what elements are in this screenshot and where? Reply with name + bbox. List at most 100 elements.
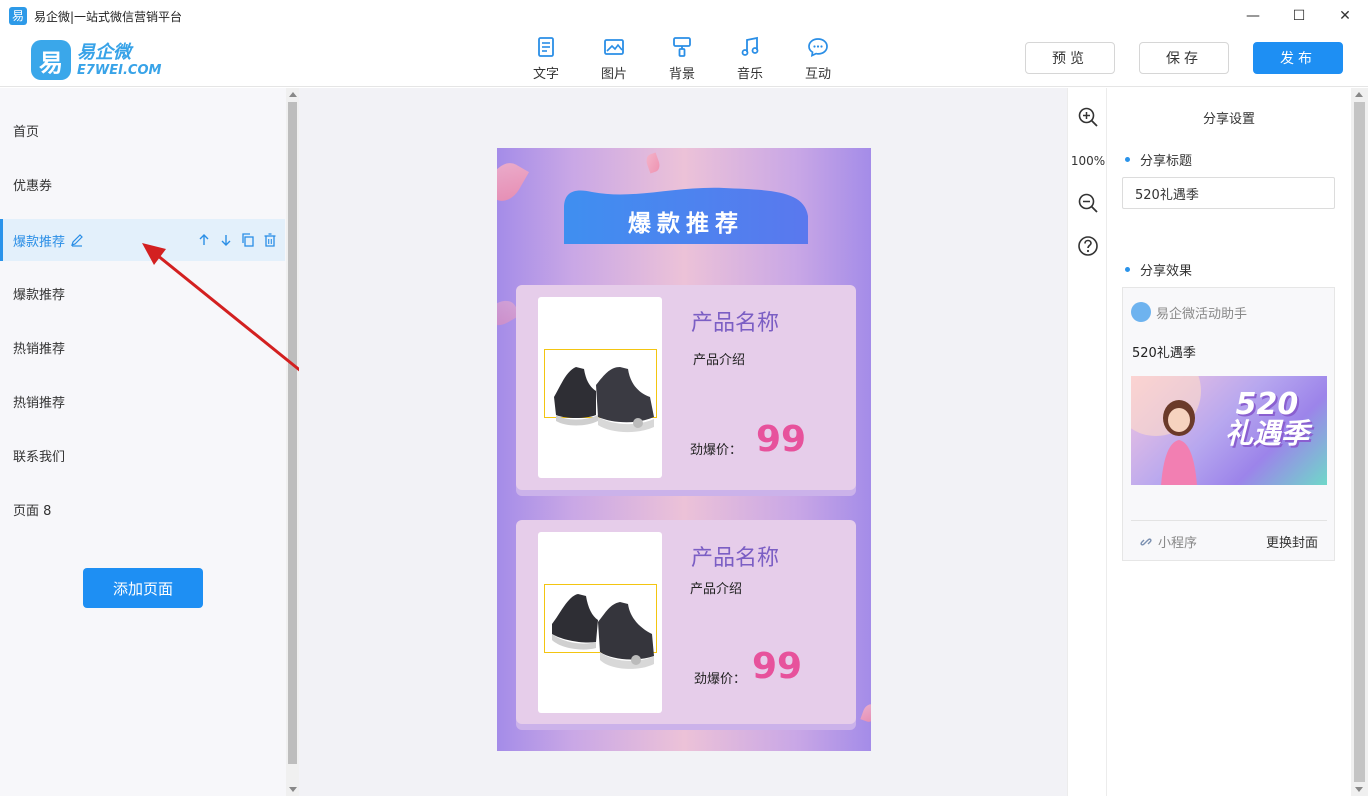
product-price[interactable]: 99 <box>752 646 802 687</box>
edit-icon[interactable] <box>70 233 84 247</box>
maximize-button[interactable]: ☐ <box>1276 0 1322 32</box>
tool-text-label: 文字 <box>532 67 559 82</box>
price-label[interactable]: 劲爆价： <box>694 668 746 687</box>
background-icon <box>673 37 691 57</box>
petal-decoration <box>497 157 529 207</box>
page-item[interactable]: 联系我们 <box>0 434 285 476</box>
cover-text: 520 礼遇季 <box>1225 390 1309 448</box>
mini-program-tag: 小程序 <box>1139 532 1197 551</box>
page-item-label: 爆款推荐 <box>13 234 66 250</box>
zoom-level: 100% <box>1070 154 1106 168</box>
tool-image[interactable]: 图片 <box>580 36 648 82</box>
help-icon[interactable] <box>1077 235 1099 257</box>
product-intro[interactable]: 产品介绍 <box>693 349 745 368</box>
cover-image: 520 礼遇季 <box>1131 376 1327 485</box>
petal-decoration <box>860 702 871 724</box>
page-item-label: 热销推荐 <box>13 341 66 357</box>
tool-music[interactable]: 音乐 <box>716 36 784 82</box>
change-cover-button[interactable]: 更换封面 <box>1266 532 1318 551</box>
zoom-out-icon[interactable] <box>1077 192 1099 214</box>
app-header: 易 易企微 E7WEI.COM 文字 图片 背景 音乐 互动 预览 保存 发布 <box>0 32 1368 87</box>
product-image[interactable] <box>538 532 662 713</box>
page-item-label: 爆款推荐 <box>13 287 66 303</box>
page-item[interactable]: 页面 8 <box>0 488 285 530</box>
page-item-label: 热销推荐 <box>13 395 66 411</box>
logo-text: 易企微 E7WEI.COM <box>77 41 162 78</box>
phone-page-preview[interactable]: 爆款推荐 产品名称 产品介绍 劲爆价： 99 产品名称 产品介绍 劲爆价： 99 <box>497 148 871 751</box>
zoom-in-icon[interactable] <box>1077 106 1099 128</box>
product-intro[interactable]: 产品介绍 <box>690 578 742 597</box>
petal-decoration <box>644 152 662 174</box>
product-name[interactable]: 产品名称 <box>691 305 779 337</box>
preview-title: 520礼遇季 <box>1132 346 1196 361</box>
share-title-label-text: 分享标题 <box>1140 154 1193 169</box>
share-effect-label: 分享效果 <box>1125 260 1192 279</box>
app-icon: 易 <box>9 7 27 25</box>
product-image[interactable] <box>538 297 662 478</box>
preview-account: 易企微活动助手 <box>1131 302 1247 322</box>
scroll-up-arrow[interactable] <box>289 92 297 97</box>
girl-illustration <box>1161 400 1197 485</box>
share-title-label: 分享标题 <box>1125 150 1192 169</box>
scroll-down-arrow[interactable] <box>289 787 297 792</box>
shoe-image <box>552 594 654 669</box>
panel-scrollbar[interactable] <box>1351 88 1368 796</box>
scrollbar-thumb[interactable] <box>1354 102 1365 782</box>
shoe-image <box>554 367 654 433</box>
page-item-label: 联系我们 <box>13 449 66 465</box>
share-effect-label-text: 分享效果 <box>1140 264 1193 279</box>
price-label[interactable]: 劲爆价： <box>690 439 742 458</box>
page-item[interactable]: 优惠券 <box>0 163 285 205</box>
publish-button[interactable]: 发布 <box>1253 42 1343 74</box>
account-avatar <box>1131 302 1151 322</box>
page-item[interactable]: 首页 <box>0 109 285 151</box>
page-item-label: 首页 <box>13 124 40 140</box>
share-settings-panel: 分享设置 分享标题 520礼遇季 分享效果 易企微活动助手 520礼遇季 520… <box>1107 88 1351 796</box>
logo-cn: 易企微 <box>77 41 131 63</box>
product-card[interactable]: 产品名称 产品介绍 劲爆价： 99 <box>516 285 856 490</box>
tool-text[interactable]: 文字 <box>512 36 580 82</box>
product-card[interactable]: 产品名称 产品介绍 劲爆价： 99 <box>516 520 856 724</box>
page-list-sidebar: 首页 优惠券 爆款推荐 爆款推荐 热销推荐 热销推荐 联系我们 页面 8 添加页… <box>0 88 286 796</box>
scroll-down-arrow[interactable] <box>1355 787 1363 792</box>
tool-interaction[interactable]: 互动 <box>784 36 852 82</box>
logo-en: E7WEI.COM <box>77 62 162 78</box>
tool-background-label: 背景 <box>668 67 695 82</box>
zoom-controls: 100% <box>1067 88 1107 796</box>
banner-title[interactable]: 爆款推荐 <box>564 204 808 238</box>
tool-interaction-label: 互动 <box>804 67 831 82</box>
chat-icon <box>808 38 828 57</box>
tool-background[interactable]: 背景 <box>648 36 716 82</box>
share-preview-card: 易企微活动助手 520礼遇季 520 礼遇季 小程序 更换封面 <box>1122 287 1335 561</box>
panel-title: 分享设置 <box>1202 112 1255 127</box>
window-titlebar: 易 易企微|一站式微信营销平台 — ☐ ✕ <box>0 0 1368 32</box>
logo: 易 易企微 E7WEI.COM <box>31 40 161 80</box>
sidebar-scrollbar[interactable] <box>286 88 299 796</box>
share-title-input[interactable]: 520礼遇季 <box>1122 177 1335 209</box>
cover-text-sub: 礼遇季 <box>1224 417 1309 450</box>
music-icon <box>741 36 759 56</box>
preview-account-name: 易企微活动助手 <box>1156 306 1248 322</box>
toolbar: 文字 图片 背景 音乐 互动 <box>512 36 852 82</box>
logo-mark: 易 <box>31 40 71 80</box>
editor-canvas: 爆款推荐 产品名称 产品介绍 劲爆价： 99 产品名称 产品介绍 劲爆价： 99 <box>299 88 1067 796</box>
tool-music-label: 音乐 <box>736 67 763 82</box>
scrollbar-thumb[interactable] <box>288 102 297 764</box>
tool-image-label: 图片 <box>600 67 627 82</box>
window-controls: — ☐ ✕ <box>1230 0 1368 32</box>
preview-button[interactable]: 预览 <box>1025 42 1115 74</box>
close-button[interactable]: ✕ <box>1322 0 1368 32</box>
image-icon <box>604 39 624 55</box>
scroll-up-arrow[interactable] <box>1355 92 1363 97</box>
add-page-button[interactable]: 添加页面 <box>83 568 203 608</box>
product-price[interactable]: 99 <box>756 419 806 460</box>
text-icon <box>538 37 554 57</box>
preview-divider <box>1131 520 1327 521</box>
product-name[interactable]: 产品名称 <box>691 540 779 572</box>
page-item-label: 页面 8 <box>13 503 52 519</box>
save-button[interactable]: 保存 <box>1139 42 1229 74</box>
link-icon <box>1140 537 1152 546</box>
page-item-label: 优惠券 <box>13 178 53 194</box>
minimize-button[interactable]: — <box>1230 0 1276 32</box>
window-title: 易企微|一站式微信营销平台 <box>34 9 183 24</box>
